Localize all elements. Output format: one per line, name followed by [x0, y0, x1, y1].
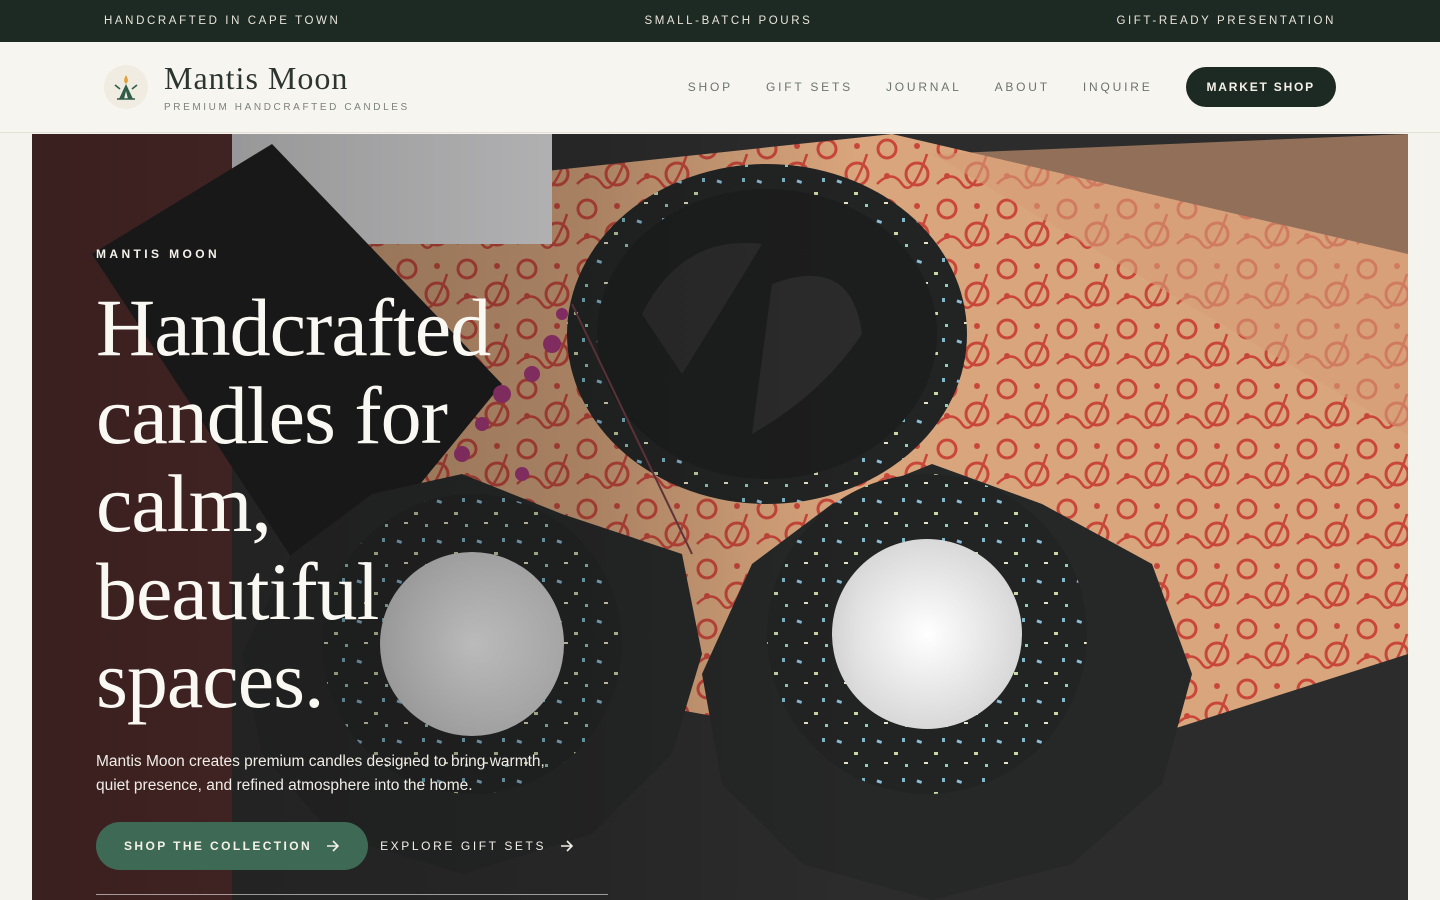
- hero-eyebrow: MANTIS MOON: [96, 247, 221, 261]
- arrow-right-icon: [326, 840, 340, 852]
- main-nav: SHOP GIFT SETS JOURNAL ABOUT INQUIRE MAR…: [688, 67, 1336, 107]
- mantis-logo-icon: [104, 65, 148, 109]
- arrow-right-icon: [560, 840, 574, 852]
- brand-name: Mantis Moon: [164, 59, 349, 96]
- site-header: Mantis Moon PREMIUM HANDCRAFTED CANDLES …: [0, 42, 1440, 133]
- hero-subcopy: Mantis Moon creates premium candles desi…: [96, 753, 545, 794]
- nav-gift-sets[interactable]: GIFT SETS: [766, 80, 853, 94]
- shop-collection-label: SHOP THE COLLECTION: [124, 839, 313, 853]
- nav-shop[interactable]: SHOP: [688, 80, 733, 94]
- announcement-right: GIFT-READY PRESENTATION: [1116, 15, 1336, 27]
- brand-tagline: PREMIUM HANDCRAFTED CANDLES: [164, 101, 410, 113]
- nav-inquire[interactable]: INQUIRE: [1083, 80, 1153, 94]
- announcement-center: SMALL-BATCH POURS: [644, 15, 813, 27]
- explore-gift-sets-label: EXPLORE GIFT SETS: [380, 839, 547, 853]
- announcement-left: HANDCRAFTED IN CAPE TOWN: [104, 15, 341, 27]
- headline-line: Handcrafted: [96, 282, 491, 373]
- hero-section: MANTIS MOON Handcrafted candles for calm…: [32, 134, 1408, 900]
- nav-about[interactable]: ABOUT: [995, 80, 1050, 94]
- nav-journal[interactable]: JOURNAL: [886, 80, 962, 94]
- hero-headline: Handcrafted candles for calm, beautiful …: [96, 284, 656, 724]
- hero-divider: [96, 894, 608, 895]
- headline-line: beautiful: [96, 546, 379, 637]
- shop-collection-button[interactable]: SHOP THE COLLECTION: [96, 822, 369, 870]
- brand-link[interactable]: Mantis Moon PREMIUM HANDCRAFTED CANDLES: [104, 62, 410, 113]
- headline-line: candles for: [96, 370, 448, 461]
- hero-ctas: SHOP THE COLLECTION EXPLORE GIFT SETS: [96, 822, 574, 870]
- headline-line: spaces.: [96, 634, 325, 725]
- headline-line: calm,: [96, 458, 272, 549]
- announcement-bar: HANDCRAFTED IN CAPE TOWN SMALL-BATCH POU…: [0, 0, 1440, 42]
- market-shop-button[interactable]: MARKET SHOP: [1185, 67, 1336, 107]
- explore-gift-sets-link[interactable]: EXPLORE GIFT SETS: [380, 839, 574, 853]
